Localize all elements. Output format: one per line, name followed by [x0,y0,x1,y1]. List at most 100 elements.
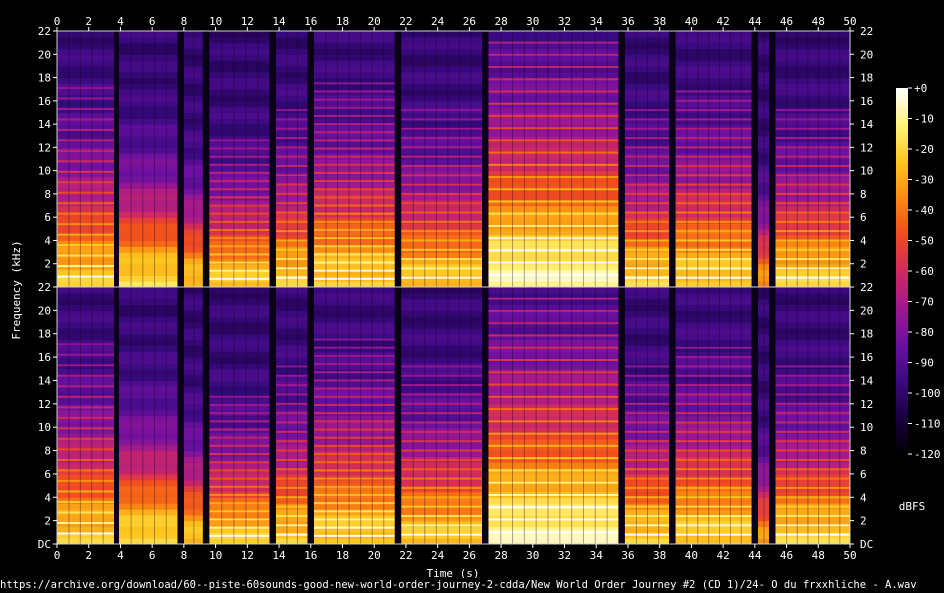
y-tick-label-right: DC [860,538,873,551]
x-tick-label-top: 22 [399,15,412,28]
x-tick-label-bottom: 28 [494,549,507,562]
segment-7 [401,31,483,287]
x-tick-label-top: 26 [463,15,476,28]
y-tick-label-right: 12 [860,398,873,411]
y-tick-label-right: 6 [860,211,867,224]
x-tick-label-top: 36 [621,15,634,28]
segment-4 [209,287,270,544]
x-tick-label-top: 42 [716,15,729,28]
segment-5 [275,31,308,287]
channel-2-spectrogram [57,287,850,544]
x-tick-label-bottom: 24 [431,549,445,562]
x-tick-label-top: 34 [590,15,604,28]
y-tick-label-left: 20 [38,48,51,61]
y-tick-label-right: 20 [860,48,873,61]
x-tick-label-bottom: 40 [685,549,698,562]
x-tick-label-top: 6 [149,15,156,28]
segment-7 [401,287,483,544]
colorbar-tick-label: -80 [914,326,934,339]
y-tick-label-left: 14 [38,118,52,131]
x-tick-label-bottom: 16 [304,549,317,562]
x-tick-label-top: 4 [117,15,124,28]
y-tick-label-left: 6 [44,211,51,224]
colorbar-tick-label: +0 [914,82,927,95]
x-tick-label-bottom: 44 [748,549,762,562]
x-tick-label-top: 0 [54,15,61,28]
colorbar-tick-label: -50 [914,235,934,248]
colorbar-tick-label: -20 [914,143,934,156]
y-tick-label-left: 10 [38,421,51,434]
gap-8 [618,31,625,287]
y-tick-label-left: 8 [44,445,51,458]
x-tick-label-bottom: 30 [526,549,539,562]
x-tick-label-top: 24 [431,15,445,28]
colorbar-tick-label: -30 [914,174,934,187]
x-tick-label-top: 40 [685,15,698,28]
y-tick-label-left: 4 [44,491,51,504]
x-axis-label: Time (s) [427,567,480,578]
y-tick-label-left: 2 [44,258,51,271]
x-tick-label-top: 32 [558,15,571,28]
y-tick-label-right: 10 [860,421,873,434]
segment-9 [624,287,670,544]
gap-1 [114,31,119,287]
gap-6 [394,31,402,287]
segment-10 [675,31,752,287]
y-tick-label-right: 2 [860,258,867,271]
y-tick-label-right: 6 [860,468,867,481]
y-tick-label-left: 20 [38,304,51,317]
y-tick-label-left: 22 [38,281,51,294]
y-tick-label-right: 14 [860,118,874,131]
y-tick-label-right: 22 [860,25,873,38]
gap-3 [202,31,210,287]
x-tick-label-top: 12 [241,15,254,28]
y-tick-label-left: DC [38,538,51,551]
x-tick-label-bottom: 10 [209,549,222,562]
x-tick-label-bottom: 36 [621,549,634,562]
y-tick-label-left: 18 [38,72,51,85]
y-tick-label-left: 6 [44,468,51,481]
x-tick-label-bottom: 32 [558,549,571,562]
colorbar-tick-label: -110 [914,418,941,431]
segment-5 [275,287,308,544]
colorbar-tick-label: -100 [914,387,941,400]
channel-1-spectrogram [57,31,850,287]
segment-12 [775,287,850,544]
x-tick-label-bottom: 38 [653,549,666,562]
x-tick-label-top: 38 [653,15,666,28]
y-tick-label-left: 2 [44,515,51,528]
y-tick-label-left: 10 [38,165,51,178]
x-tick-label-bottom: 34 [590,549,604,562]
y-tick-label-left: 12 [38,398,51,411]
x-tick-label-bottom: 18 [336,549,349,562]
x-tick-label-bottom: 22 [399,549,412,562]
y-tick-label-right: 14 [860,374,874,387]
gap-9 [669,31,676,287]
colorbar-ticks: +0 -10 -20 -30 -40 -50 -60 -70 -80 -90 -100 -110 -12… [908,82,941,461]
y-tick-label-right: 4 [860,234,867,247]
y-tick-label-right: 12 [860,141,873,154]
x-tick-label-bottom: 0 [54,549,61,562]
segment-6 [313,31,395,287]
x-tick-label-bottom: 46 [780,549,793,562]
segment-4 [209,31,270,287]
y-tick-label-right: 2 [860,515,867,528]
gap-11 [769,31,776,287]
gap-4 [269,31,276,287]
colorbar-tick-label: -40 [914,204,934,217]
y-tick-label-right: 18 [860,328,873,341]
colorbar-tick-label: -120 [914,448,941,461]
x-tick-label-top: 16 [304,15,317,28]
gap-6 [394,287,402,544]
gap-11 [769,287,776,544]
y-tick-label-right: 8 [860,188,867,201]
x-tick-label-bottom: 2 [85,549,92,562]
y-axis-label: Frequency (kHz) [10,240,23,339]
x-tick-label-bottom: 14 [272,549,286,562]
y-tick-label-right: 18 [860,72,873,85]
gap-5 [307,287,314,544]
x-tick-label-top: 48 [812,15,825,28]
gap-2 [177,31,184,287]
y-tick-label-right: 4 [860,491,867,504]
source-path-caption: https://archive.org/download/60--piste-6… [0,579,917,591]
